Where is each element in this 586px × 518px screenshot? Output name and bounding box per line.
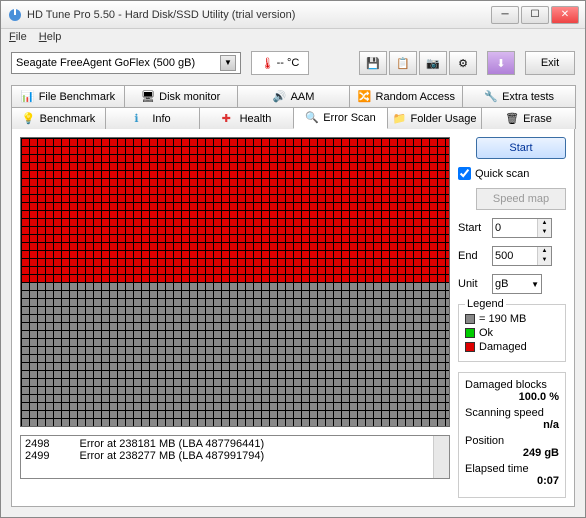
info-icon: ℹ xyxy=(134,112,148,126)
window-title: HD Tune Pro 5.50 - Hard Disk/SSD Utility… xyxy=(27,9,491,21)
temperature-display: 🌡 -- °C xyxy=(251,51,309,75)
gauge-icon: 💡 xyxy=(22,112,36,126)
scan-grid xyxy=(20,137,450,427)
speaker-icon: 🔊 xyxy=(273,90,287,104)
block-swatch xyxy=(465,314,475,324)
download-icon: ⬇ xyxy=(496,57,505,70)
tab-file-benchmark[interactable]: 📊File Benchmark xyxy=(11,85,125,107)
down-icon[interactable]: ▼ xyxy=(537,256,551,265)
tab-extra-tests[interactable]: 🔧Extra tests xyxy=(462,85,576,107)
titlebar: HD Tune Pro 5.50 - Hard Disk/SSD Utility… xyxy=(1,1,585,29)
close-button[interactable]: ✕ xyxy=(551,6,579,24)
list-item: 2498Error at 238181 MB (LBA 487796441) xyxy=(25,438,445,450)
start-button[interactable]: Start xyxy=(476,137,566,159)
camera-icon: 📷 xyxy=(426,57,440,70)
elapsed-time-label: Elapsed time xyxy=(465,463,559,475)
floppy-icon: 💾 xyxy=(366,57,380,70)
speed-map-button: Speed map xyxy=(476,188,566,210)
legend-title: Legend xyxy=(465,298,506,310)
error-list[interactable]: 2498Error at 238181 MB (LBA 487796441) 2… xyxy=(20,435,450,479)
position-value: 249 gB xyxy=(465,447,559,459)
copy-button[interactable]: 📋 xyxy=(389,51,417,75)
minimize-button[interactable]: ─ xyxy=(491,6,519,24)
save-button[interactable]: 💾 xyxy=(359,51,387,75)
scanning-speed-label: Scanning speed xyxy=(465,407,559,419)
end-input[interactable]: ▲▼ xyxy=(492,246,552,266)
quick-scan-checkbox[interactable]: Quick scan xyxy=(458,167,566,180)
tab-disk-monitor[interactable]: 🖥Disk monitor xyxy=(124,85,238,107)
gear-icon: ⚙ xyxy=(458,57,468,70)
tab-benchmark[interactable]: 💡Benchmark xyxy=(11,107,106,129)
scanning-speed-value: n/a xyxy=(465,419,559,431)
unit-select[interactable]: gB▼ xyxy=(492,274,542,294)
download-button[interactable]: ⬇ xyxy=(487,51,515,75)
start-input[interactable]: ▲▼ xyxy=(492,218,552,238)
up-icon[interactable]: ▲ xyxy=(537,247,551,256)
chevron-down-icon: ▼ xyxy=(220,55,236,71)
chart-icon: 📊 xyxy=(21,90,35,104)
drive-select[interactable]: Seagate FreeAgent GoFlex (500 gB) ▼ xyxy=(11,52,241,74)
position-label: Position xyxy=(465,435,559,447)
damaged-blocks-label: Damaged blocks xyxy=(465,379,559,391)
exit-button[interactable]: Exit xyxy=(525,51,575,75)
damaged-blocks-value: 100.0 % xyxy=(465,391,559,403)
ok-swatch xyxy=(465,328,475,338)
app-icon xyxy=(7,7,23,23)
tab-health[interactable]: ✚Health xyxy=(199,107,294,129)
toolbar: Seagate FreeAgent GoFlex (500 gB) ▼ 🌡 --… xyxy=(1,45,585,81)
tab-random-access[interactable]: 🔀Random Access xyxy=(349,85,463,107)
damaged-swatch xyxy=(465,342,475,352)
main-window: HD Tune Pro 5.50 - Hard Disk/SSD Utility… xyxy=(0,0,586,518)
random-icon: 🔀 xyxy=(358,90,372,104)
content-area: 2498Error at 238181 MB (LBA 487796441) 2… xyxy=(11,128,575,507)
tab-aam[interactable]: 🔊AAM xyxy=(237,85,351,107)
up-icon[interactable]: ▲ xyxy=(537,219,551,228)
menu-help[interactable]: Help xyxy=(39,31,62,43)
chevron-down-icon: ▼ xyxy=(531,280,539,289)
screenshot-button[interactable]: 📷 xyxy=(419,51,447,75)
tools-icon: 🔧 xyxy=(484,90,498,104)
trash-icon: 🗑 xyxy=(505,112,519,126)
thermometer-icon: 🌡 xyxy=(261,57,275,70)
menu-file[interactable]: File xyxy=(9,31,27,43)
menubar: File Help xyxy=(1,29,585,45)
toolbar-icons: 💾 📋 📷 ⚙ xyxy=(359,51,477,75)
scrollbar[interactable] xyxy=(433,436,449,478)
end-label: End xyxy=(458,250,488,262)
search-icon: 🔍 xyxy=(305,111,319,125)
drive-select-value: Seagate FreeAgent GoFlex (500 gB) xyxy=(16,57,195,69)
elapsed-time-value: 0:07 xyxy=(465,475,559,487)
folder-icon: 📁 xyxy=(392,112,406,126)
tabs: 📊File Benchmark 🖥Disk monitor 🔊AAM 🔀Rand… xyxy=(11,85,575,129)
unit-label: Unit xyxy=(458,278,488,290)
tab-erase[interactable]: 🗑Erase xyxy=(481,107,576,129)
options-button[interactable]: ⚙ xyxy=(449,51,477,75)
tab-error-scan[interactable]: 🔍Error Scan xyxy=(293,107,388,129)
down-icon[interactable]: ▼ xyxy=(537,228,551,237)
maximize-button[interactable]: ☐ xyxy=(521,6,549,24)
health-icon: ✚ xyxy=(222,112,236,126)
stats-box: Damaged blocks100.0 % Scanning speedn/a … xyxy=(458,372,566,498)
monitor-icon: 🖥 xyxy=(141,90,155,104)
tab-folder-usage[interactable]: 📁Folder Usage xyxy=(387,107,482,129)
damaged-region xyxy=(21,138,449,282)
unscanned-region xyxy=(21,282,449,426)
copy-icon: 📋 xyxy=(396,57,410,70)
temperature-value: -- °C xyxy=(277,57,300,69)
legend-box: Legend = 190 MB Ok Damaged xyxy=(458,304,566,362)
tab-info[interactable]: ℹInfo xyxy=(105,107,200,129)
start-label: Start xyxy=(458,222,488,234)
list-item: 2499Error at 238277 MB (LBA 487991794) xyxy=(25,450,445,462)
